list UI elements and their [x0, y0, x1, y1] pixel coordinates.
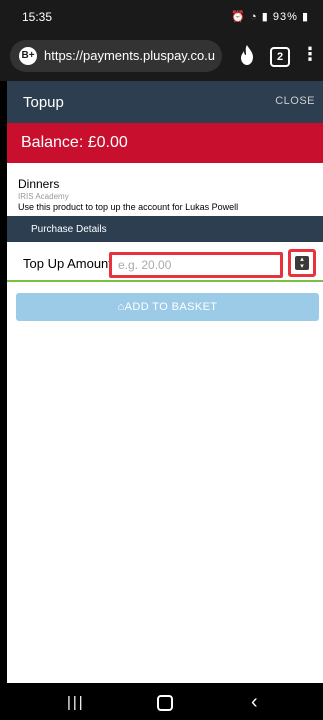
status-icons: ⏰ ◔ ▮ 93% ▮ — [231, 10, 309, 23]
signal-icon: ▮ — [261, 11, 269, 23]
modal-header: Topup CLOSE — [7, 81, 323, 123]
status-bar: 15:35 ⏰ ◔ ▮ 93% ▮ — [0, 0, 323, 33]
home-button[interactable] — [157, 695, 173, 711]
add-to-basket-label: ADD TO BASKET — [124, 301, 218, 313]
alarm-icon: ⏰ — [231, 11, 246, 23]
page-content: Topup CLOSE Balance: £0.00 Dinners IRIS … — [7, 81, 323, 683]
purchase-details-title: Purchase Details — [31, 224, 107, 235]
amount-stepper[interactable]: ▴ ▾ — [295, 256, 309, 270]
status-time: 15:35 — [22, 10, 53, 24]
add-to-basket-button[interactable]: ⌂ADD TO BASKET — [16, 293, 319, 321]
wifi-icon: ◔ — [250, 11, 258, 23]
system-nav-bar: ||| ‹ — [0, 683, 323, 720]
close-button[interactable]: CLOSE — [275, 95, 315, 107]
recents-button[interactable]: ||| — [67, 694, 85, 711]
product-description: Use this product to top up the account f… — [18, 202, 239, 212]
site-info-icon[interactable]: B+ — [19, 47, 37, 65]
more-menu-icon[interactable]: ⋮ — [301, 44, 319, 65]
product-info: Dinners IRIS Academy Use this product to… — [18, 177, 318, 212]
basket-icon: ⌂ — [117, 301, 125, 313]
purchase-details-header: Purchase Details — [7, 216, 323, 242]
balance-banner: Balance: £0.00 — [7, 123, 323, 163]
product-school: IRIS Academy — [18, 192, 69, 201]
balance-text: Balance: £0.00 — [21, 134, 128, 151]
top-up-amount-label: Top Up Amount — [23, 256, 112, 271]
tab-switcher-button[interactable]: 2 — [270, 47, 290, 67]
address-bar[interactable]: B+ https://payments.pluspay.co.u — [10, 40, 222, 72]
amount-stepper-highlight: ▴ ▾ — [288, 249, 316, 277]
flame-icon[interactable] — [238, 44, 256, 66]
battery-icon: ▮ — [301, 11, 309, 23]
top-up-amount-input[interactable] — [109, 252, 283, 278]
url-text[interactable]: https://payments.pluspay.co.u — [44, 48, 215, 63]
battery-percent: 93% — [272, 11, 298, 23]
back-button[interactable]: ‹ — [251, 691, 258, 714]
product-name: Dinners — [18, 177, 60, 191]
top-up-amount-row: Top Up Amount ▴▾ — [7, 242, 323, 282]
modal-title: Topup — [23, 94, 64, 111]
